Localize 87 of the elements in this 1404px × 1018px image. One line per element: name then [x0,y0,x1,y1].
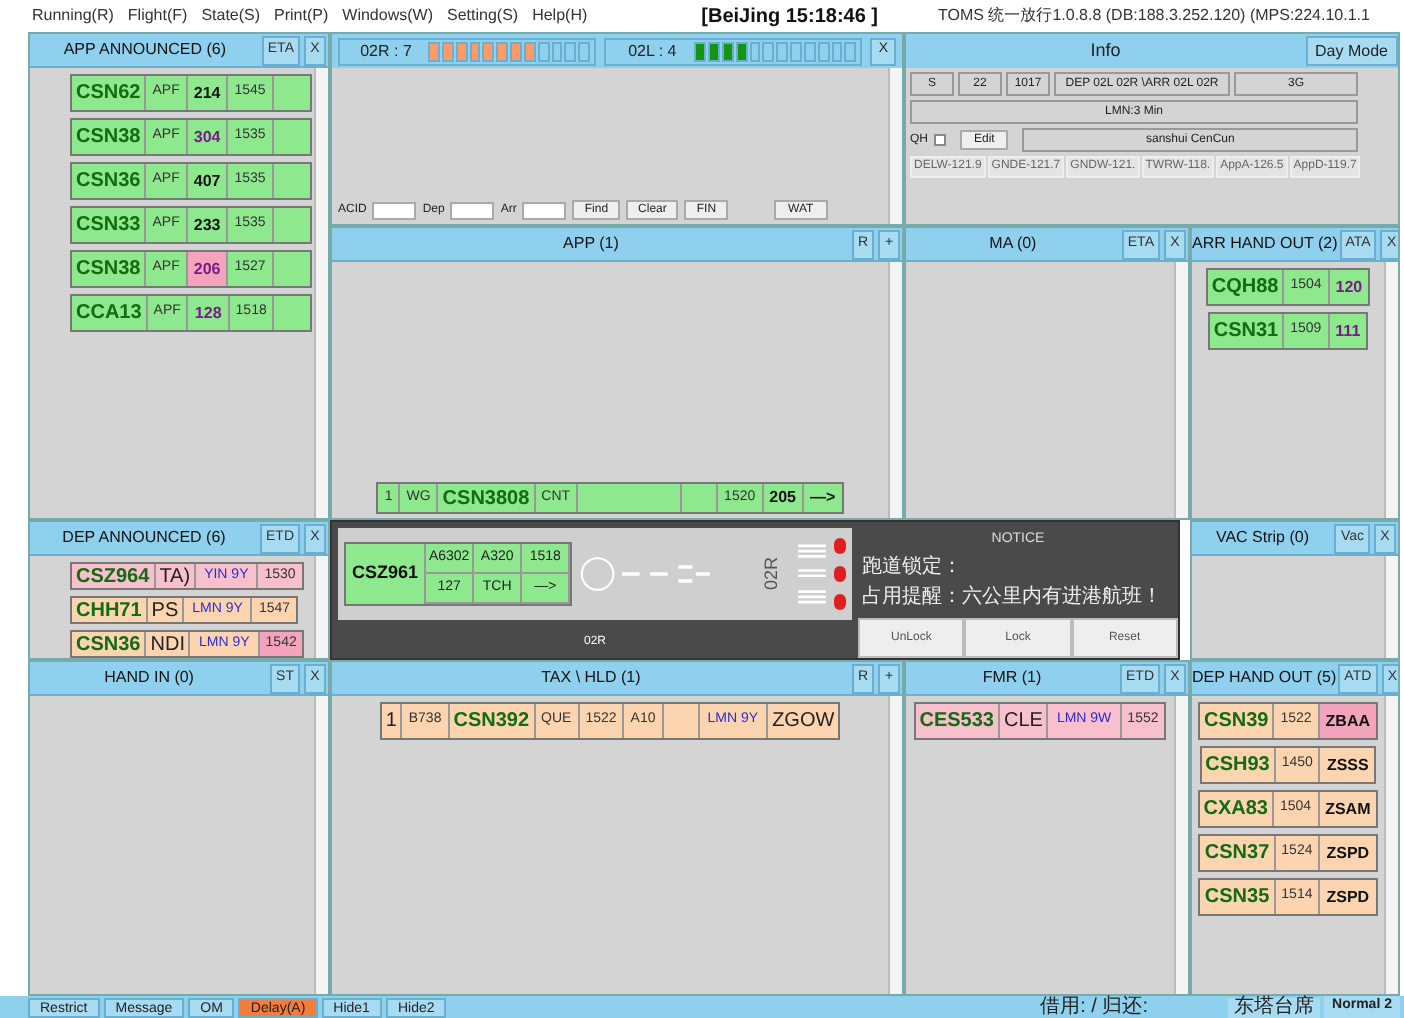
panel-title: Info [1088,37,1123,64]
strip-cell-text: 120 [1333,275,1365,299]
scrollbar[interactable] [1384,696,1398,994]
strip-cell: TA) [155,564,197,588]
strip-cell: CCA13 [72,296,148,330]
strip-cell: CSN31 [1209,314,1285,348]
strip-cell: CLE [999,704,1049,738]
strip-cell: CSN37 [1200,836,1276,870]
scrollbar[interactable] [1384,262,1398,518]
panel-title: APP ANNOUNCED (6) [61,38,229,62]
strip-cell: CSN38 [72,252,147,286]
checkbox[interactable] [934,134,946,146]
panel-title: TAX \ HLD (1) [539,666,643,690]
panel-title: HAND IN (0) [102,666,196,690]
strip-cell: CSZ964 [72,564,156,588]
strip-cell-text: ZSAM [1323,797,1373,821]
strip-cell: CSN39 [1199,704,1275,738]
panel-title: DEP ANNOUNCED (6) [60,526,228,550]
strip-cell: CSN35 [1200,880,1276,914]
scrollbar[interactable] [1384,556,1398,658]
panel-title: MA (0) [987,232,1039,256]
panel-title: FMR (1) [980,666,1044,690]
strip-cell: 214 [187,76,229,110]
strip-cell-text: ZSPD [1324,841,1372,865]
warning-light-icon [834,538,846,554]
version-label: TOMS 统一放行1.0.8.8 (DB:188.3.252.120) (MPS:224.10.1.1 [938,4,1370,28]
scrollbar[interactable] [1174,262,1188,518]
menu-item[interactable]: Running(R) [32,4,114,28]
strip-cell: 407 [187,164,229,198]
position-label: 东塔台席 [1228,997,1321,1017]
menu-item[interactable]: Print(P) [274,4,329,28]
strip-cell: NDI [146,632,191,656]
strip-cell: CSH93 [1201,748,1276,782]
panel-title: APP (1) [561,232,621,256]
warning-light-icon [834,594,846,610]
runway-count: 02L : 4 [626,39,679,63]
warning-light-icon [834,566,846,582]
strip-cell: CXA83 [1199,792,1274,826]
strip-cell-text: ZSSS [1324,753,1371,777]
runway-label: 02R [759,557,784,591]
scrollbar[interactable] [888,262,902,518]
menu-item[interactable]: Setting(S) [447,4,519,28]
menu-item[interactable]: Help(H) [532,4,588,28]
strip-cell: 128 [188,296,230,330]
strip-cell-text: 111 [1333,319,1363,343]
panel-title: DEP HAND OUT (5) [1192,666,1337,690]
strip-cell: PS [147,598,185,622]
menu-item[interactable]: Flight(F) [127,4,188,28]
input-field[interactable] [522,201,567,219]
strip-cell-text: —> [807,486,838,510]
strip-cell: CHH71 [72,598,148,622]
strip-cell: CSZ961 [346,544,427,604]
strip-cell-text: ZGOW [770,708,837,736]
handover-label: 借用: / 归还: [1040,997,1149,1017]
panel-title: ARR HAND OUT (2) [1192,232,1338,256]
strip-cell: 205 [763,484,804,512]
day-mode-button[interactable]: Day Mode [1305,36,1398,66]
input-field[interactable] [372,201,417,219]
strip-cell: CQH88 [1207,270,1285,304]
strip-cell: CSN33 [72,208,147,242]
menu-item[interactable]: State(S) [201,4,261,28]
notice-text: 跑道锁定： [860,553,964,581]
strip-cell: 1 [381,704,403,738]
scrollbar[interactable] [1174,696,1188,994]
notice-text: 占用提醒：六公里内有进港航班！ [860,583,1164,611]
scrollbar[interactable] [314,696,328,994]
scrollbar[interactable] [888,68,902,224]
strip-cell: CSN36 [72,632,147,656]
strip-cell: CSN36 [72,164,147,198]
scrollbar[interactable] [314,68,328,518]
scrollbar[interactable] [888,696,902,994]
strip-cell: CSN3808 [438,484,536,512]
input-field[interactable] [450,201,495,219]
strip-cell: CES533 [915,704,1000,738]
strip-cell: CSN38 [72,120,147,154]
panel-title: VAC Strip (0) [1213,526,1311,550]
strip-cell: CSN62 [72,76,147,110]
strip-cell: ZBAA [1319,704,1377,738]
strip-cell: 233 [187,208,229,242]
strip-cell-text: ZSPD [1324,885,1372,909]
menu-item[interactable]: Windows(W) [342,4,433,28]
clock: [BeiJing 15:18:46 ] [701,3,879,31]
strip-cell: 206 [187,252,229,286]
runway-count: 02R : 7 [358,39,414,63]
strip-cell: 304 [187,120,229,154]
strip-cell: CSN392 [449,704,536,738]
scrollbar[interactable] [314,556,328,658]
